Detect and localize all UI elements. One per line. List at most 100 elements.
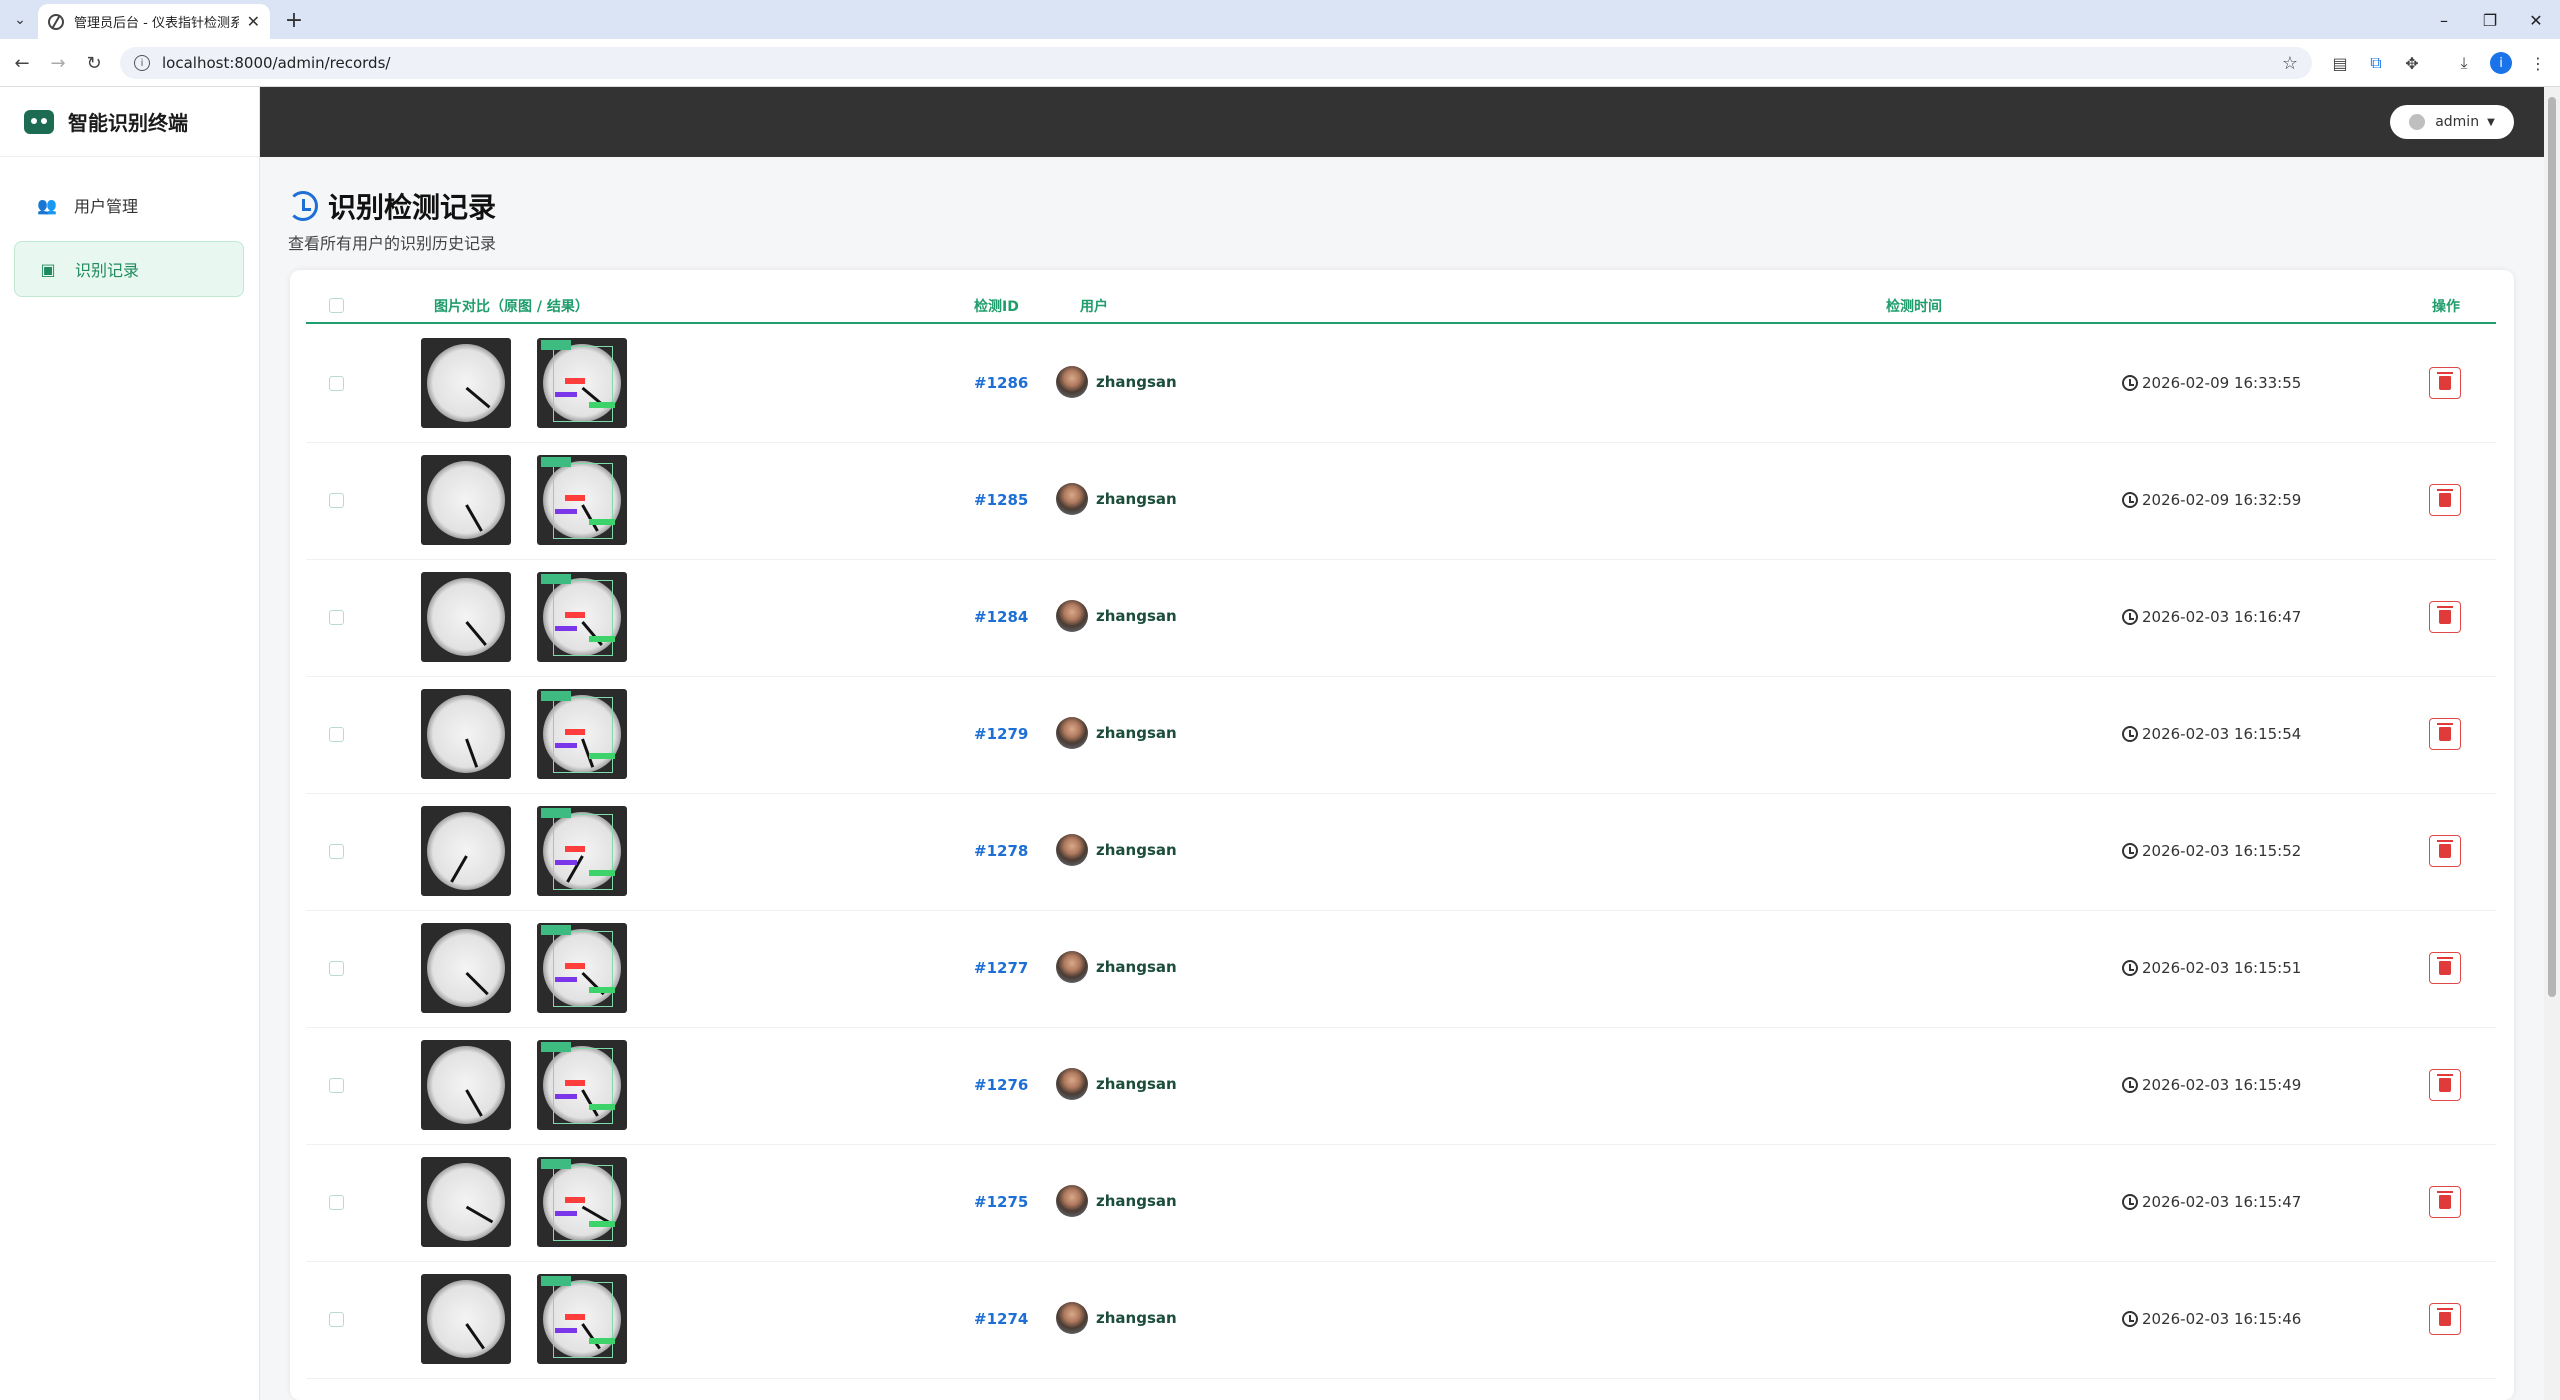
- record-id-link[interactable]: #1275: [974, 1193, 1028, 1211]
- user-name: zhangsan: [1096, 607, 1177, 625]
- address-bar[interactable]: i localhost:8000/admin/records/ ☆: [120, 47, 2312, 79]
- caret-down-icon: ▼: [2487, 116, 2495, 128]
- avatar: [1056, 1068, 1088, 1100]
- brand[interactable]: 智能识别终端: [0, 87, 259, 157]
- scrollbar-thumb[interactable]: [2548, 97, 2556, 997]
- record-user: zhangsan: [1056, 1068, 1177, 1100]
- delete-button[interactable]: [2429, 718, 2461, 750]
- extensions-puzzle-icon[interactable]: ✥: [2400, 51, 2424, 75]
- record-user: zhangsan: [1056, 483, 1177, 515]
- site-info-icon[interactable]: i: [134, 55, 150, 71]
- clock-icon: [2122, 609, 2138, 625]
- profile-avatar[interactable]: i: [2490, 52, 2512, 74]
- page-scrollbar[interactable]: [2544, 87, 2560, 1400]
- new-tab-plus-icon[interactable]: +: [280, 6, 308, 34]
- user-menu-button[interactable]: admin ▼: [2390, 105, 2514, 139]
- record-id-link[interactable]: #1285: [974, 491, 1028, 509]
- row-checkbox[interactable]: [329, 376, 344, 391]
- url-text[interactable]: localhost:8000/admin/records/: [162, 54, 390, 72]
- delete-button[interactable]: [2429, 601, 2461, 633]
- row-checkbox[interactable]: [329, 727, 344, 742]
- select-all-checkbox[interactable]: [329, 298, 344, 313]
- forward-arrow-icon[interactable]: →: [46, 51, 70, 75]
- user-name: zhangsan: [1096, 724, 1177, 742]
- original-image[interactable]: [421, 1040, 511, 1130]
- row-checkbox[interactable]: [329, 961, 344, 976]
- delete-button[interactable]: [2429, 484, 2461, 516]
- table-row: #1274 zhangsan 2026-02-03 16:15:46: [306, 1262, 2496, 1379]
- detection-box: [553, 580, 613, 656]
- translate-icon[interactable]: ⧉: [2364, 51, 2388, 75]
- original-image[interactable]: [421, 572, 511, 662]
- row-checkbox[interactable]: [329, 1195, 344, 1210]
- result-image[interactable]: [537, 1040, 627, 1130]
- table-row: #1279 zhangsan 2026-02-03 16:15:54: [306, 677, 2496, 794]
- tab-close-icon[interactable]: ✕: [247, 12, 260, 31]
- reload-icon[interactable]: ↻: [82, 51, 106, 75]
- sidebar-item-records[interactable]: ▣ 识别记录: [14, 241, 244, 297]
- original-image[interactable]: [421, 338, 511, 428]
- delete-button[interactable]: [2429, 835, 2461, 867]
- browser-tab[interactable]: 管理员后台 - 仪表指针检测系统 ✕: [38, 4, 270, 39]
- sidebar-item-users[interactable]: 👥 用户管理: [14, 177, 244, 233]
- result-image[interactable]: [537, 455, 627, 545]
- record-id-link[interactable]: #1276: [974, 1076, 1028, 1094]
- result-image[interactable]: [537, 1157, 627, 1247]
- minimize-icon[interactable]: –: [2424, 6, 2464, 34]
- original-image[interactable]: [421, 455, 511, 545]
- result-image[interactable]: [537, 923, 627, 1013]
- tab-title: 管理员后台 - 仪表指针检测系统: [74, 16, 239, 31]
- original-image[interactable]: [421, 689, 511, 779]
- record-id-link[interactable]: #1279: [974, 725, 1028, 743]
- trash-icon: [2437, 1074, 2453, 1092]
- delete-button[interactable]: [2429, 1303, 2461, 1335]
- bookmark-star-icon[interactable]: ☆: [2282, 53, 2298, 74]
- row-checkbox[interactable]: [329, 844, 344, 859]
- record-id-link[interactable]: #1284: [974, 608, 1028, 626]
- clock-icon: [2122, 726, 2138, 742]
- detection-label: [555, 1094, 577, 1099]
- row-checkbox[interactable]: [329, 1312, 344, 1327]
- back-arrow-icon[interactable]: ←: [10, 51, 34, 75]
- record-id-link[interactable]: #1286: [974, 374, 1028, 392]
- app-topbar: admin ▼: [260, 87, 2544, 157]
- result-image[interactable]: [537, 806, 627, 896]
- time-text: 2026-02-03 16:15:54: [2142, 725, 2302, 743]
- record-time: 2026-02-03 16:15:51: [2122, 959, 2301, 977]
- delete-button[interactable]: [2429, 1069, 2461, 1101]
- result-image[interactable]: [537, 572, 627, 662]
- detection-label: [555, 626, 577, 631]
- original-image[interactable]: [421, 1274, 511, 1364]
- original-image[interactable]: [421, 1157, 511, 1247]
- detection-label: [541, 808, 571, 818]
- row-checkbox[interactable]: [329, 610, 344, 625]
- result-image[interactable]: [537, 689, 627, 779]
- sidebar: 智能识别终端 👥 用户管理 ▣ 识别记录: [0, 87, 260, 1400]
- clock-icon: [2122, 843, 2138, 859]
- download-icon[interactable]: ⤓: [2452, 51, 2476, 75]
- row-checkbox[interactable]: [329, 1078, 344, 1093]
- reading-mode-icon[interactable]: ▤: [2328, 51, 2352, 75]
- avatar: [1056, 366, 1088, 398]
- original-image[interactable]: [421, 806, 511, 896]
- delete-button[interactable]: [2429, 367, 2461, 399]
- user-icon: [2409, 114, 2426, 130]
- record-id-link[interactable]: #1274: [974, 1310, 1028, 1328]
- record-id-link[interactable]: #1277: [974, 959, 1028, 977]
- table-row: #1284 zhangsan 2026-02-03 16:16:47: [306, 560, 2496, 677]
- user-name: zhangsan: [1096, 373, 1177, 391]
- result-image[interactable]: [537, 1274, 627, 1364]
- tab-search-chevron-icon[interactable]: ⌄: [8, 8, 32, 32]
- record-id-link[interactable]: #1278: [974, 842, 1028, 860]
- detection-box: [553, 1165, 613, 1241]
- result-image[interactable]: [537, 338, 627, 428]
- kebab-menu-icon[interactable]: ⋮: [2526, 51, 2550, 75]
- delete-button[interactable]: [2429, 1186, 2461, 1218]
- detection-label: [589, 636, 615, 642]
- original-image[interactable]: [421, 923, 511, 1013]
- restore-icon[interactable]: ❐: [2470, 6, 2510, 34]
- user-name: zhangsan: [1096, 1309, 1177, 1327]
- window-close-icon[interactable]: ✕: [2516, 6, 2556, 34]
- row-checkbox[interactable]: [329, 493, 344, 508]
- delete-button[interactable]: [2429, 952, 2461, 984]
